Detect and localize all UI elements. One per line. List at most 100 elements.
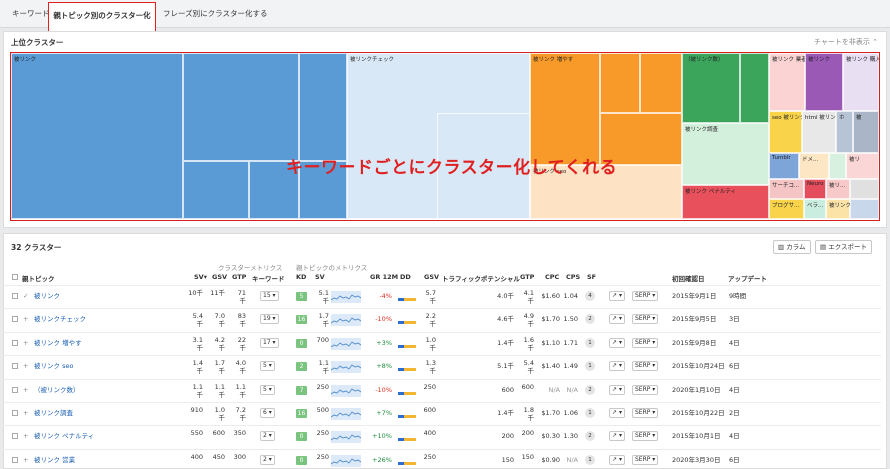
trend-chart-dropdown[interactable]: ↗ ▾ xyxy=(609,361,625,372)
trend-chart-dropdown[interactable]: ↗ ▾ xyxy=(609,337,625,348)
row-checkbox[interactable] xyxy=(12,363,18,370)
treemap-cell[interactable]: 被リ... xyxy=(826,179,850,199)
treemap-cell[interactable]: 被リンク xyxy=(826,199,851,219)
serp-dropdown[interactable]: SERP ▾ xyxy=(632,361,659,372)
treemap-cell[interactable] xyxy=(600,53,640,113)
topic-link[interactable]: 被リンク調査 xyxy=(34,409,73,417)
treemap-cell[interactable]: 被リンク 増やす xyxy=(530,53,600,165)
col-dd[interactable]: DD xyxy=(400,273,411,281)
treemap-cell[interactable]: 被リンク 業者 xyxy=(769,53,807,111)
row-checkbox[interactable] xyxy=(12,386,18,393)
serp-dropdown[interactable]: SERP ▾ xyxy=(632,408,659,418)
topic-link[interactable]: 被リンク ペナルティ xyxy=(34,432,94,440)
row-checkbox[interactable] xyxy=(12,339,18,346)
check-icon[interactable]: ✓ xyxy=(23,292,28,300)
table-row[interactable]: + 被リンク調査 910 1.0 千 7.2 千 6 ▾ 16 500 +7% 600 1.4千 1.… xyxy=(3,402,881,426)
col-update[interactable]: アップデート xyxy=(728,273,767,283)
col-gsv[interactable]: GSV xyxy=(212,273,227,281)
keyword-count-dropdown[interactable]: 6 ▾ xyxy=(260,408,275,418)
columns-button[interactable]: ▥ カラム xyxy=(773,240,811,254)
keyword-count-dropdown[interactable]: 2 ▾ xyxy=(260,431,275,442)
serp-dropdown[interactable]: SERP ▾ xyxy=(632,431,659,442)
col-first-seen[interactable]: 初回確認日 xyxy=(672,273,705,283)
treemap-cell[interactable]: 被リンク調査 xyxy=(682,123,769,185)
treemap-cell[interactable]: ベラ... xyxy=(804,199,826,219)
treemap-cell[interactable] xyxy=(829,153,846,179)
serp-dropdown[interactable]: SERP ▾ xyxy=(632,384,659,395)
treemap-cell[interactable]: 被リ xyxy=(846,153,879,179)
treemap-cell[interactable] xyxy=(850,199,879,219)
treemap-cell[interactable] xyxy=(183,161,249,219)
topic-link[interactable]: 被リンク 増やす xyxy=(34,339,82,347)
tab-parent-topic[interactable]: 親トピック別のクラスター化 xyxy=(48,2,156,32)
serp-dropdown[interactable]: SERP ▾ xyxy=(632,337,659,348)
row-checkbox[interactable] xyxy=(12,316,18,323)
tab-keyword[interactable]: キーワード xyxy=(12,0,50,28)
table-row[interactable]: + （被リンク数） 1.1 千 1.1 千 1.1 千 5 ▾ 7 250 -10% 250 600… xyxy=(3,378,881,403)
serp-dropdown[interactable]: SERP ▾ xyxy=(632,291,659,301)
select-all-checkbox[interactable] xyxy=(12,274,18,280)
keyword-count-dropdown[interactable]: 5 ▾ xyxy=(260,384,275,395)
col-keywords[interactable]: キーワード xyxy=(252,273,285,283)
treemap-cell[interactable] xyxy=(850,179,879,199)
treemap-cell[interactable]: 被リンク xyxy=(11,53,183,219)
row-checkbox[interactable] xyxy=(12,293,18,299)
table-row[interactable]: + 被リンクチェック 5.4 千 7.0 千 83 千 19 ▾ 16 1.7 千 -10% 2.… xyxy=(3,308,881,332)
treemap-cell[interactable]: 被リンク xyxy=(805,53,843,111)
treemap-cell[interactable] xyxy=(640,53,682,113)
trend-chart-dropdown[interactable]: ↗ ▾ xyxy=(609,408,625,418)
col-gtp[interactable]: GTP xyxy=(232,273,246,281)
plus-icon[interactable]: + xyxy=(23,386,28,394)
export-button[interactable]: ▤ エクスポート xyxy=(815,240,873,254)
col-kd[interactable]: KD xyxy=(296,273,306,281)
treemap-cell[interactable]: html 被リンク xyxy=(802,111,841,153)
treemap-cell[interactable] xyxy=(183,53,299,161)
plus-icon[interactable]: + xyxy=(23,409,28,417)
trend-chart-dropdown[interactable]: ↗ ▾ xyxy=(609,454,625,465)
treemap-cell[interactable]: seo 被リンク xyxy=(769,111,805,153)
tab-phrase[interactable]: フレーズ別にクラスター化する xyxy=(163,0,267,28)
trend-chart-dropdown[interactable]: ↗ ▾ xyxy=(609,431,625,442)
treemap-cell[interactable]: Neuro xyxy=(804,179,826,199)
table-row[interactable]: + 被リンク seo 1.4 千 1.7 千 4.0 千 5 ▾ 2 1.1 千 +8% 1.3 … xyxy=(3,355,881,379)
table-row[interactable]: ✓ 被リンク 10千 11千 71 千 15 ▾ 5 5.1 千 -4% 5.7 千 4.0千 4.1… xyxy=(3,285,881,309)
keyword-count-dropdown[interactable]: 17 ▾ xyxy=(260,337,279,348)
treemap-cell[interactable]: 被 xyxy=(853,111,879,153)
serp-dropdown[interactable]: SERP ▾ xyxy=(632,454,659,465)
serp-dropdown[interactable]: SERP ▾ xyxy=(632,314,659,325)
treemap-cell[interactable]: Tumblr xyxy=(769,153,799,179)
table-row[interactable]: + 被リンク ペナルティ 550 600 350 2 ▾ 0 250 +10% 400 200 200… xyxy=(3,425,881,449)
col-sf[interactable]: SF xyxy=(587,273,596,281)
topic-link[interactable]: （被リンク数） xyxy=(34,386,80,394)
table-row[interactable]: + 被リンク 営業 400 450 300 2 ▾ 0 250 +26% 250 150 150 $0.… xyxy=(3,448,881,467)
keyword-count-dropdown[interactable]: 19 ▾ xyxy=(260,314,279,325)
keyword-count-dropdown[interactable]: 2 ▾ xyxy=(260,454,275,465)
row-checkbox[interactable] xyxy=(12,456,18,463)
keyword-count-dropdown[interactable]: 15 ▾ xyxy=(260,291,279,301)
trend-chart-dropdown[interactable]: ↗ ▾ xyxy=(609,291,625,301)
col-traffic-potential[interactable]: トラフィックポテンシャル xyxy=(442,273,520,283)
plus-icon[interactable]: + xyxy=(23,432,28,440)
trend-chart-dropdown[interactable]: ↗ ▾ xyxy=(609,384,625,395)
plus-icon[interactable]: + xyxy=(23,339,28,347)
treemap-cell[interactable]: 被リンク ペナルティ xyxy=(682,185,769,219)
col-topic[interactable]: 親トピック xyxy=(22,273,55,283)
treemap-cell[interactable]: ドメ... xyxy=(799,153,829,179)
treemap-cell[interactable]: （被リンク数） xyxy=(682,53,740,123)
table-row[interactable]: + 被リンク 増やす 3.1 千 4.2 千 22 千 17 ▾ 0 700 +3% 1.0 千 1… xyxy=(3,331,881,356)
col-sv2[interactable]: SV xyxy=(315,273,325,281)
plus-icon[interactable]: + xyxy=(23,456,28,464)
col-cps[interactable]: CPS xyxy=(566,273,580,281)
col-cpc[interactable]: CPC xyxy=(545,273,559,281)
plus-icon[interactable]: + xyxy=(23,362,28,370)
treemap-cell[interactable]: サーチコ... xyxy=(769,179,804,199)
col-gr12m[interactable]: GR 12M xyxy=(370,273,398,281)
hide-chart-link[interactable]: チャートを非表示 ⌃ xyxy=(814,37,878,47)
treemap-cell[interactable]: 被リンク 購入 xyxy=(843,53,879,111)
treemap-cell[interactable]: ブログサ... xyxy=(769,199,804,219)
keyword-count-dropdown[interactable]: 5 ▾ xyxy=(260,361,275,372)
topic-link[interactable]: 被リンクチェック xyxy=(34,315,86,323)
treemap-cell[interactable] xyxy=(299,53,347,161)
trend-chart-dropdown[interactable]: ↗ ▾ xyxy=(609,314,625,325)
plus-icon[interactable]: + xyxy=(23,315,28,323)
